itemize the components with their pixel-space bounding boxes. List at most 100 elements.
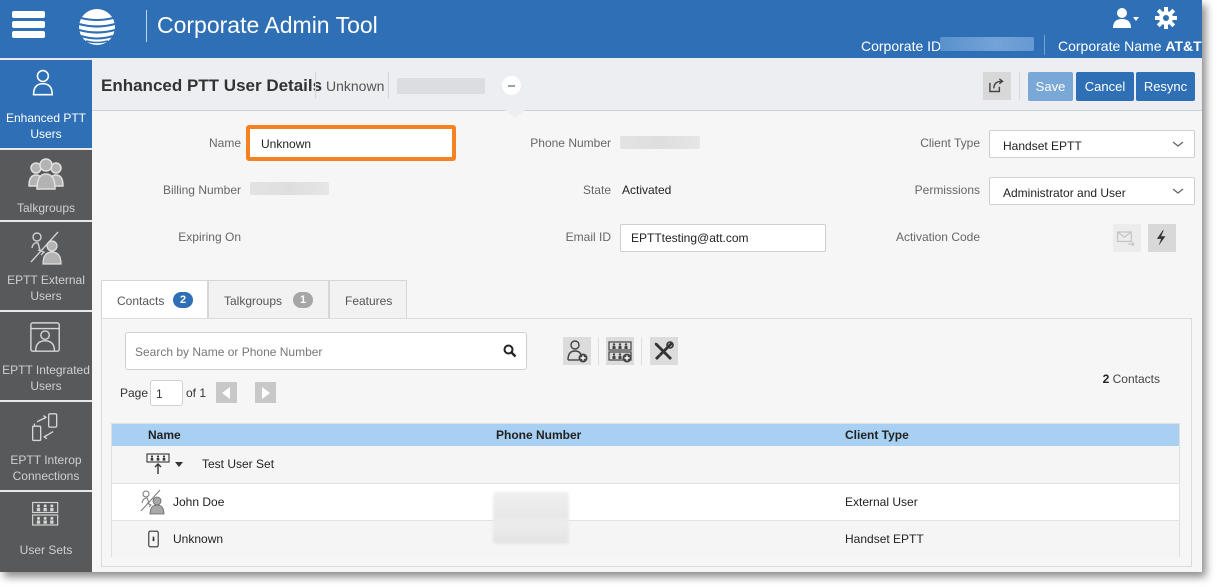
- add-user-set-button[interactable]: [606, 337, 634, 365]
- phone-number-redacted: [620, 136, 700, 149]
- corporate-id-label: Corporate ID: [861, 38, 942, 54]
- user-menu-icon[interactable]: [1113, 7, 1139, 29]
- app-window: Corporate Admin Tool Corporate ID Corpor…: [0, 0, 1202, 572]
- sidebar-item-enhanced-ptt-users[interactable]: Enhanced PTT Users: [0, 60, 92, 148]
- talkgroups-count-badge: 1: [293, 292, 313, 308]
- user-icon: [32, 69, 54, 96]
- sidebar-item-label: Users: [30, 127, 62, 141]
- mail-forward-icon: [1116, 231, 1135, 247]
- expiring-on-label: Expiring On: [178, 230, 241, 244]
- page-total: of 1: [186, 386, 207, 400]
- activation-code-label: Activation Code: [895, 230, 980, 244]
- send-activation-email-button[interactable]: [1113, 224, 1141, 252]
- name-field[interactable]: Unknown: [246, 125, 456, 161]
- sidebar-item-label: User Sets: [19, 543, 73, 557]
- sidebar-item-label: Users: [30, 289, 62, 303]
- sidebar-item-label: EPTT External: [7, 273, 85, 287]
- contacts-count: 2 Contacts: [1103, 372, 1160, 386]
- corporate-name: Corporate Name AT&T: [1058, 38, 1202, 54]
- column-header-phone-number[interactable]: Phone Number: [496, 428, 581, 442]
- contacts-table: Name Phone Number Client Type Test User …: [111, 423, 1180, 557]
- chevron-down-icon: [1172, 141, 1184, 147]
- table-row[interactable]: Unknown Handset EPTT: [112, 520, 1179, 557]
- sidebar-item-eptt-integrated-users[interactable]: EPTT Integrated Users: [0, 312, 92, 400]
- interop-icon: [32, 413, 58, 442]
- column-header-name[interactable]: Name: [148, 428, 181, 442]
- export-icon: [989, 78, 1004, 93]
- settings-tools-button[interactable]: [650, 337, 678, 365]
- sidebar-item-label: EPTT Integrated: [2, 363, 90, 377]
- generate-activation-code-button[interactable]: [1148, 224, 1176, 252]
- client-type-select[interactable]: Handset EPTT: [989, 130, 1195, 158]
- previous-page-button[interactable]: [216, 382, 237, 403]
- header-divider: [146, 10, 147, 42]
- export-button[interactable]: [983, 72, 1011, 100]
- tab-label: Features: [345, 294, 393, 308]
- corporate-name-label: Corporate Name: [1058, 38, 1162, 54]
- email-id-label: Email ID: [565, 230, 611, 244]
- arrow-right-icon: [262, 387, 270, 399]
- next-page-button[interactable]: [255, 382, 276, 403]
- contact-name: John Doe: [173, 495, 225, 509]
- add-user-icon: [567, 340, 588, 363]
- permissions-select[interactable]: Administrator and User: [989, 177, 1195, 205]
- menu-icon[interactable]: [12, 11, 45, 41]
- tab-label: Talkgroups: [224, 294, 283, 308]
- collapse-details-button[interactable]: [502, 76, 521, 95]
- contact-name: Unknown: [173, 532, 224, 546]
- toolbar-divider: [641, 337, 642, 365]
- billing-number-label: Billing Number: [162, 183, 241, 197]
- page-number-input[interactable]: 1: [150, 380, 183, 406]
- save-button[interactable]: Save: [1028, 72, 1073, 101]
- sidebar-item-label: Talkgroups: [16, 201, 76, 215]
- column-header-client-type[interactable]: Client Type: [845, 428, 909, 442]
- details-titlebar: Enhanced PTT User Details Unknown Save C…: [92, 58, 1202, 118]
- user-set-icon: [146, 453, 170, 474]
- page-title: Enhanced PTT User Details: [101, 76, 323, 95]
- gear-icon[interactable]: [1155, 7, 1177, 29]
- tab-label: Contacts: [117, 294, 165, 308]
- tools-icon: [654, 341, 674, 360]
- cancel-button[interactable]: Cancel: [1076, 72, 1134, 101]
- add-user-set-icon: [608, 341, 632, 363]
- state-label: State: [582, 183, 611, 197]
- sidebar: Enhanced PTT Users Talkgroups EPTT Exter…: [0, 58, 92, 572]
- sidebar-item-label: Connections: [12, 469, 80, 483]
- app-title: Corporate Admin Tool: [157, 12, 378, 38]
- table-row[interactable]: John Doe External User: [112, 483, 1179, 520]
- integrated-user-icon: [30, 322, 60, 352]
- sidebar-item-eptt-interop-connections[interactable]: EPTT Interop Connections: [0, 402, 92, 490]
- contact-client-type: Handset EPTT: [845, 532, 924, 546]
- resync-button[interactable]: Resync: [1136, 72, 1195, 101]
- billing-number-redacted: [250, 182, 329, 195]
- search-icon[interactable]: [503, 344, 517, 358]
- page-label: Page: [120, 386, 149, 400]
- toolbar-divider: [598, 337, 599, 365]
- sidebar-item-eptt-external-users[interactable]: EPTT External Users: [0, 222, 92, 310]
- sidebar-item-label: Users: [30, 379, 62, 393]
- expand-caret-icon[interactable]: [175, 462, 183, 467]
- add-contact-button[interactable]: [563, 337, 591, 365]
- corporate-name-value: AT&T: [1165, 38, 1202, 54]
- title-divider: [388, 72, 389, 98]
- name-label: Name: [208, 136, 241, 150]
- contacts-search-input[interactable]: Search by Name or Phone Number: [125, 332, 527, 370]
- chevron-down-icon: [1172, 188, 1184, 194]
- search-placeholder: Search by Name or Phone Number: [135, 345, 323, 359]
- contacts-count-number: 2: [1102, 372, 1110, 386]
- sidebar-item-user-sets[interactable]: User Sets: [0, 492, 92, 572]
- group-icon: [28, 158, 64, 190]
- tab-features[interactable]: Features: [329, 280, 407, 319]
- sidebar-item-talkgroups[interactable]: Talkgroups: [0, 150, 92, 220]
- handset-icon: [148, 530, 159, 548]
- att-globe-logo: [78, 9, 116, 45]
- email-field[interactable]: EPTTtesting@att.com: [620, 224, 826, 252]
- toolbar-divider: [1019, 72, 1020, 100]
- tab-contacts[interactable]: Contacts 2: [101, 280, 208, 320]
- table-row[interactable]: Test User Set: [112, 446, 1179, 483]
- corporate-id-value-redacted: [940, 37, 1034, 51]
- sidebar-item-label: Enhanced PTT: [5, 111, 87, 125]
- contact-name: Test User Set: [202, 457, 275, 471]
- tab-talkgroups[interactable]: Talkgroups 1: [208, 280, 329, 319]
- phone-numbers-redacted: [493, 492, 569, 544]
